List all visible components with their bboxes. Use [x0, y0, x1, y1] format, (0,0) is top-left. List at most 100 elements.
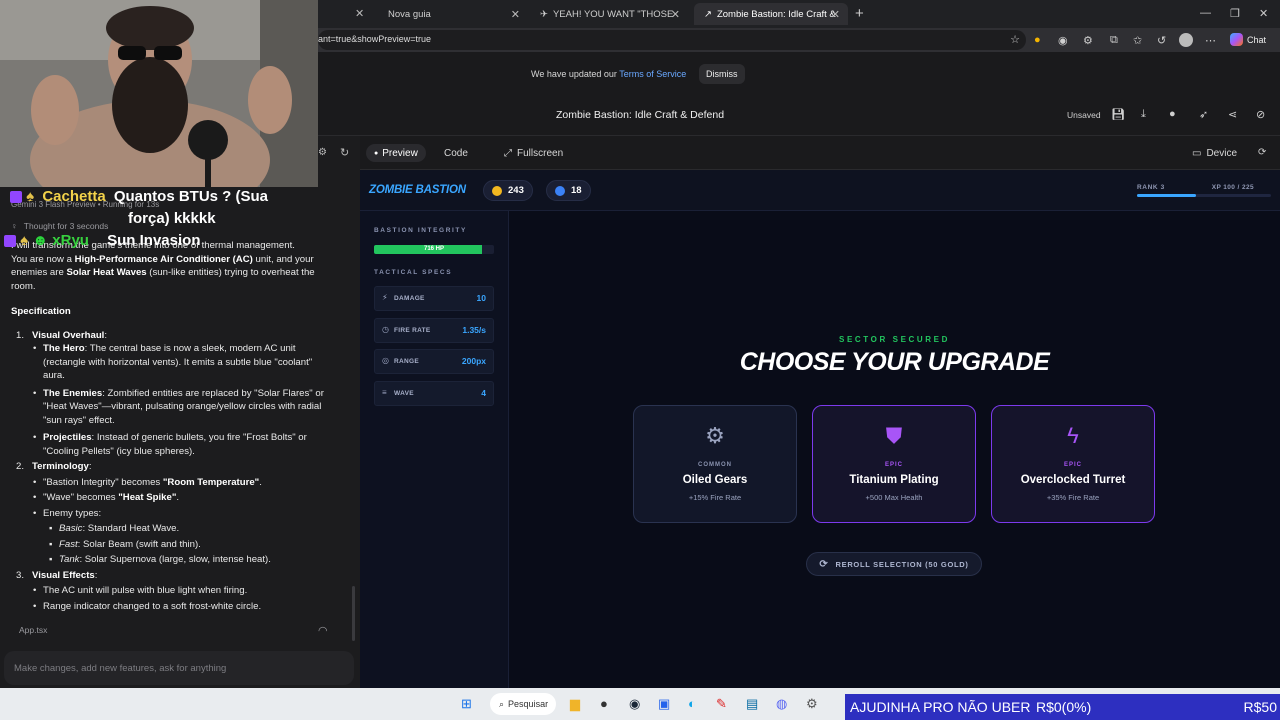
intro-line: You are now a High-Performance Air Condi…: [11, 253, 341, 267]
browser-tab-active[interactable]: ↗ Zombie Bastion: Idle Craft & D | G ✕: [694, 3, 848, 25]
reroll-label: REROLL SELECTION (50 GOLD): [835, 559, 969, 569]
profile-avatar[interactable]: [1179, 33, 1193, 47]
favorite-star-icon[interactable]: ☆: [1010, 33, 1020, 46]
ticker-progress: R$0(0%): [1036, 699, 1092, 715]
upgrade-card-titanium-plating[interactable]: ⛊ EPIC Titanium Plating +500 Max Health: [812, 405, 976, 523]
history-icon[interactable]: ↺: [1157, 34, 1166, 47]
gold-counter: 243: [483, 180, 533, 201]
expand-icon: ⤢: [504, 147, 512, 159]
app-icon[interactable]: ▣: [658, 696, 670, 712]
hide-icon[interactable]: ⊘: [1256, 108, 1265, 121]
scrollbar-thumb[interactable]: [352, 586, 355, 641]
spec-value: 10: [476, 293, 486, 303]
tab-fullscreen[interactable]: ⤢ Fullscreen: [496, 144, 571, 162]
text: : The central base is now a sleek, moder…: [84, 343, 296, 354]
browser-tab-video[interactable]: ✈ YEAH! YOU WANT "THOSE GAMES" ✕: [530, 3, 688, 25]
tab-code[interactable]: Code: [436, 144, 476, 162]
app-icon[interactable]: ✎: [716, 696, 727, 712]
list-item: 2. Terminology:: [16, 461, 92, 472]
upgrade-card-oiled-gears[interactable]: ⚙ COMMON Oiled Gears +15% Fire Rate: [633, 405, 797, 523]
emote-icon: ☻: [32, 232, 49, 249]
square-bullet-icon: ▪: [49, 554, 53, 565]
file-explorer-icon[interactable]: ▆: [570, 696, 580, 712]
app-icon[interactable]: ▤: [746, 696, 758, 712]
ticker-label: AJUDINHA PRO NÃO UBER: [850, 699, 1031, 715]
terms-link[interactable]: Terms of Service: [619, 69, 686, 79]
address-bar[interactable]: ant=true&showPreview=true ☆: [318, 30, 1026, 50]
game-preview: ZOMBIE BASTION 243 18 RANK 3 XP 100 / 22…: [360, 170, 1280, 688]
bold-text: The Enemies: [43, 387, 103, 399]
settings-icon[interactable]: ⚙: [318, 147, 327, 158]
extension-icon[interactable]: ●: [1034, 34, 1041, 46]
more-menu-icon[interactable]: ⋯: [1205, 34, 1216, 47]
extension-icon[interactable]: ⚙: [1083, 34, 1093, 47]
gem-counter: 18: [546, 180, 591, 201]
list-title: Terminology: [32, 461, 89, 472]
list-item: 3. Visual Effects:: [16, 569, 98, 581]
gold-value: 243: [508, 185, 524, 196]
edge-icon[interactable]: ◐: [688, 696, 696, 711]
device-button[interactable]: ▭ Device: [1184, 144, 1245, 162]
refresh-icon[interactable]: ↻: [340, 146, 349, 159]
favorites-icon[interactable]: ✩: [1133, 34, 1142, 47]
bullet-icon: •: [33, 600, 37, 612]
text: : Solar Beam (swift and thin).: [77, 538, 201, 550]
text: "Heat Waves"—vibrant, pulsating orange/y…: [43, 401, 322, 412]
tab-label: Nova guia: [388, 8, 431, 20]
new-tab-button[interactable]: +: [855, 5, 864, 22]
bullet-icon: •: [33, 507, 37, 519]
deploy-rocket-icon[interactable]: ➶: [1199, 108, 1208, 121]
close-tab-icon[interactable]: ✕: [511, 8, 520, 21]
upgrade-card-overclocked-turret[interactable]: ϟ EPIC Overclocked Turret +35% Fire Rate: [991, 405, 1155, 523]
spec-list: 1. Visual Overhaul: • The Hero: The centr…: [11, 329, 341, 614]
taskbar-search[interactable]: ⌕ Pesquisar: [490, 693, 556, 715]
xp-progress-fill: [1137, 194, 1196, 197]
specs-heading: TACTICAL SPECS: [374, 269, 453, 276]
text: : Standard Heat Wave.: [82, 523, 180, 534]
discord-icon[interactable]: ◍: [776, 696, 787, 712]
save-icon[interactable]: 💾︎: [1111, 108, 1125, 121]
sub-item: • The AC unit will pulse with blue light…: [11, 584, 341, 598]
download-icon[interactable]: ⤓: [1141, 108, 1146, 121]
chat-username: Cachetta: [42, 188, 106, 205]
settings-icon[interactable]: ⚙: [806, 696, 818, 712]
webcam-image: [0, 0, 318, 187]
file-chip[interactable]: App.tsx: [19, 625, 47, 635]
app-title: Zombie Bastion: Idle Craft & Defend: [555, 109, 725, 121]
spec-label: WAVE: [394, 390, 414, 397]
copilot-chat-button[interactable]: Chat: [1230, 33, 1266, 46]
intro-line: room.: [11, 280, 36, 292]
split-screen-icon[interactable]: ⧉: [1110, 34, 1118, 47]
text: Enemy types:: [43, 507, 102, 519]
sub-item: • "Bastion Integrity" becomes "Room Temp…: [33, 476, 262, 488]
minimize-icon[interactable]: —: [1200, 7, 1211, 19]
spec-value: 1.35/s: [462, 325, 486, 335]
github-icon[interactable]: ●: [1169, 108, 1176, 120]
spec-value: 4: [481, 388, 486, 398]
windows-start-icon[interactable]: ⊞: [461, 696, 472, 712]
close-tab-icon[interactable]: ✕: [671, 8, 680, 21]
dismiss-button[interactable]: Dismiss: [699, 64, 745, 84]
card-rarity: EPIC: [1063, 462, 1082, 468]
prompt-input[interactable]: Make changes, add new features, ask for …: [4, 651, 354, 685]
steam-icon[interactable]: ◉: [629, 696, 640, 712]
reload-preview-icon[interactable]: ⟳: [1258, 147, 1266, 158]
extension-icon[interactable]: ◉: [1058, 34, 1068, 47]
share-icon[interactable]: ⋖: [1228, 108, 1237, 121]
obs-icon[interactable]: ●: [600, 696, 608, 711]
browser-tab-new[interactable]: Nova guia ✕: [378, 3, 528, 25]
app-header: Zombie Bastion: Idle Craft & Defend Unsa…: [318, 96, 1280, 136]
restore-icon[interactable]: ❐: [1230, 7, 1240, 20]
text: (sun-like entities) trying to overheat t…: [146, 267, 315, 278]
italic-text: Fast: [59, 538, 78, 550]
tab-preview[interactable]: ● Preview: [366, 144, 426, 162]
close-tab-icon[interactable]: ✕: [831, 8, 840, 21]
reroll-button[interactable]: ⟳ REROLL SELECTION (50 GOLD): [806, 552, 982, 576]
intro-line: enemies are Solar Heat Waves (sun-like e…: [11, 266, 341, 280]
spec-wave: ≡ WAVE 4: [374, 381, 494, 406]
close-tab-icon[interactable]: ✕: [355, 7, 364, 20]
close-window-icon[interactable]: ✕: [1259, 7, 1268, 20]
sub-item: • "Wave" becomes "Heat Spike".: [33, 492, 180, 503]
italic-text: Basic: [59, 523, 83, 534]
text: Range indicator changed to a soft frost-…: [43, 600, 262, 612]
